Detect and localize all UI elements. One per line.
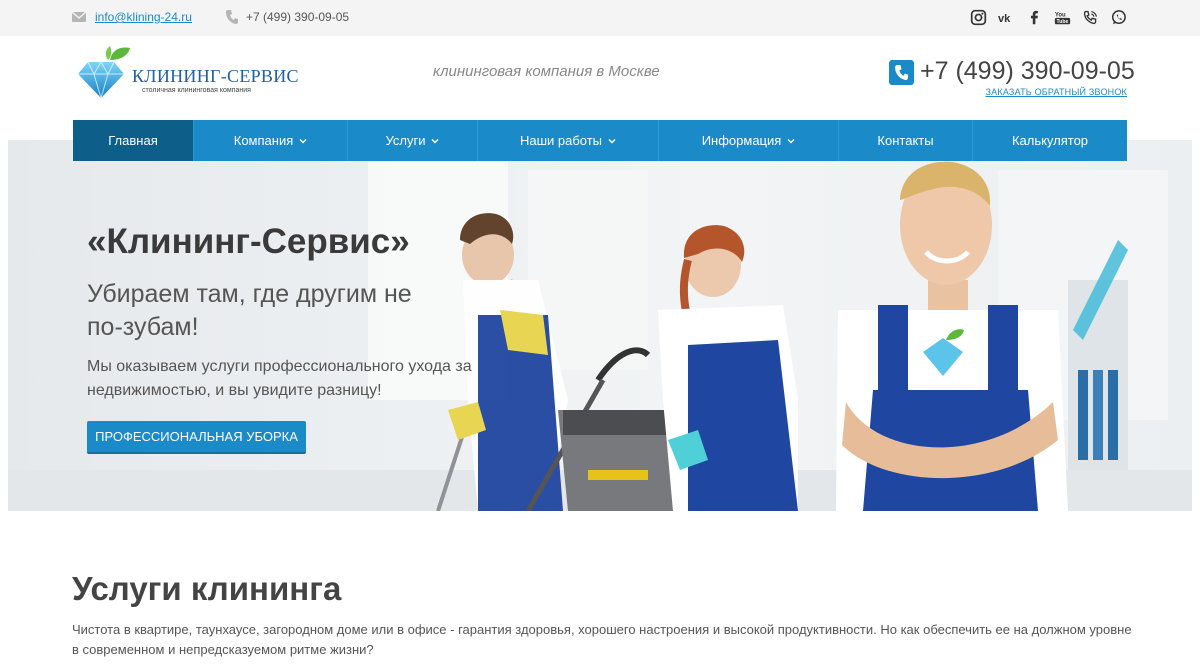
diamond-logo-icon [78,46,130,100]
viber-icon[interactable] [1080,7,1100,27]
nav-item-services[interactable]: Услуги [348,120,478,161]
nav-item-label: Компания [233,133,294,148]
social-links: vk You Tube [968,7,1128,27]
hero-description: Мы оказываем услуги профессионального ух… [87,358,472,399]
nav-item-information[interactable]: Информация [659,120,839,161]
nav-item-home[interactable]: Главная [73,120,194,161]
email-link[interactable]: info@klining-24.ru [95,10,192,24]
nav-item-label: Калькулятор [1011,133,1089,148]
nav-item-contacts[interactable]: Контакты [839,120,973,161]
nav-item-label: Услуги [385,133,426,148]
whatsapp-icon[interactable] [1108,7,1128,27]
main-nav: Главная Компания Услуги Наши работы Инфо… [73,120,1127,161]
services-title: Услуги клининга [72,570,342,607]
svg-text:Tube: Tube [1056,19,1068,25]
nav-item-company[interactable]: Компания [194,120,348,161]
chevron-down-icon [608,138,616,143]
instagram-icon[interactable] [968,7,988,27]
nav-item-our-works[interactable]: Наши работы [478,120,659,161]
mail-icon [72,12,86,22]
callback-link[interactable]: ЗАКАЗАТЬ ОБРАТНЫЙ ЗВОНОК [986,87,1127,97]
youtube-icon[interactable]: You Tube [1052,7,1072,27]
chevron-down-icon [787,138,795,143]
nav-item-label: Контакты [877,133,934,148]
professional-cleaning-button[interactable]: ПРОФЕССИОНАЛЬНАЯ УБОРКА [87,421,306,454]
nav-item-calculator[interactable]: Калькулятор [973,120,1127,161]
nav-item-label: Главная [108,133,158,148]
logo-brand-text: КЛИНИНГ-СЕРВИС [132,66,299,86]
services-intro: Чистота в квартире, таунхаусе, загородно… [72,622,1132,657]
chevron-down-icon [299,138,307,143]
topbar-phone[interactable]: +7 (499) 390-09-05 [246,10,349,24]
phone-icon [226,10,238,24]
vk-icon[interactable]: vk [996,7,1016,27]
hero-title: «Клининг-Сервис» [87,222,410,261]
header-phone[interactable]: +7 (499) 390-09-05 [920,57,1135,86]
chevron-down-icon [431,138,439,143]
svg-text:You: You [1054,12,1065,18]
svg-text:vk: vk [998,12,1011,24]
hero-subtitle: Убираем там, где другим не по-зубам! [87,280,412,341]
nav-item-label: Наши работы [519,133,603,148]
site-logo[interactable]: КЛИНИНГ-СЕРВИС столичная клининговая ком… [74,46,299,102]
logo-subtitle: столичная клининговая компания [142,87,251,94]
facebook-icon[interactable] [1024,7,1044,27]
top-bar: info@klining-24.ru +7 (499) 390-09-05 vk… [0,0,1200,36]
header-tagline: клининговая компания в Москве [433,63,660,80]
nav-item-label: Информация [701,133,782,148]
header-phone-icon [889,60,914,85]
